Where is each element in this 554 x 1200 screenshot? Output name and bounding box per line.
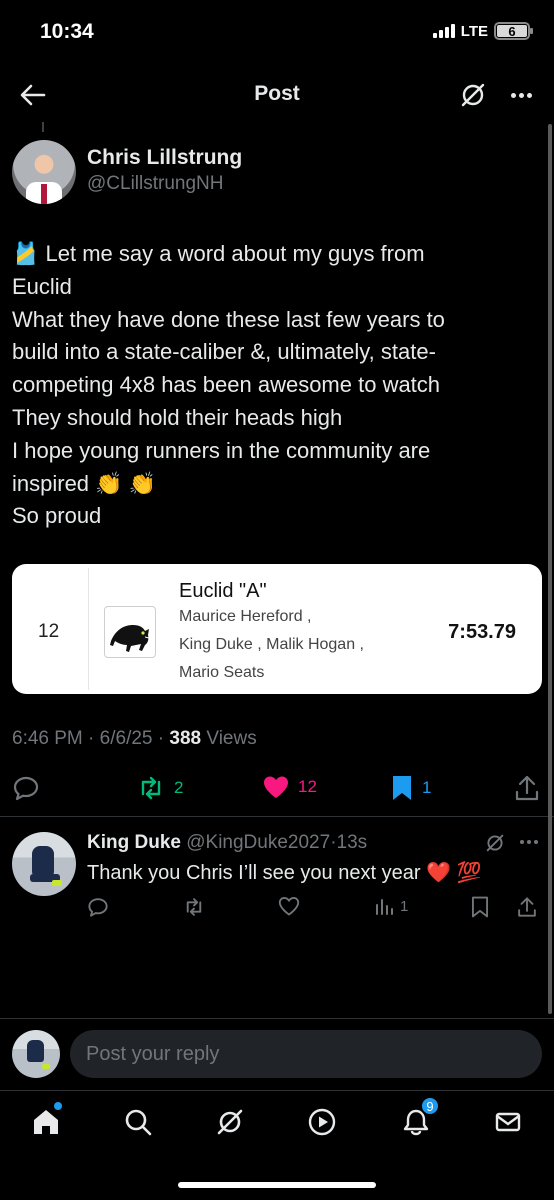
post-text-line: competing 4x8 has been awesome to watch xyxy=(12,372,441,398)
tab-grok[interactable] xyxy=(212,1104,248,1140)
bookmark-count: 1 xyxy=(422,778,432,797)
reply-icon xyxy=(12,774,40,802)
heart-icon xyxy=(262,774,290,800)
post-text-line: They should hold their heads high xyxy=(12,404,343,430)
team-name: Euclid "A" xyxy=(179,580,267,602)
bookmark-button[interactable]: 1 xyxy=(390,774,431,802)
home-indicator[interactable] xyxy=(178,1182,376,1188)
tab-search[interactable] xyxy=(120,1104,156,1140)
post-actions: 2 12 1 xyxy=(0,770,554,808)
reply-input[interactable] xyxy=(70,1030,542,1078)
separator-dot: · xyxy=(157,728,165,749)
divider xyxy=(0,1090,554,1091)
result-place: 12 xyxy=(38,621,60,642)
reply-text: Thank you Chris I’ll see you next year ❤… xyxy=(87,862,482,884)
retweet-icon xyxy=(136,774,166,802)
share-button[interactable] xyxy=(516,896,538,918)
analytics-icon xyxy=(374,896,394,916)
bookmark-button[interactable] xyxy=(470,896,490,918)
share-icon xyxy=(514,774,540,802)
reply-views-count: 1 xyxy=(400,897,409,915)
thread-connector xyxy=(42,122,44,132)
reply-header: King Duke @KingDuke2027·13s xyxy=(87,832,367,854)
mail-icon xyxy=(493,1107,523,1137)
post-text-line: What they have done these last few years… xyxy=(12,306,445,332)
views-label: Views xyxy=(206,728,257,749)
reply-button[interactable] xyxy=(12,774,40,802)
post-text: 🎽 Let me say a word about my guys from E… xyxy=(12,238,542,533)
post-text-line: build into a state-caliber &, ultimately… xyxy=(12,339,436,365)
notification-badge: 9 xyxy=(420,1096,440,1116)
more-options-icon[interactable] xyxy=(506,80,536,110)
home-icon xyxy=(30,1106,62,1138)
retweet-icon xyxy=(182,896,206,918)
post-timestamp: 6:46 PM · 6/6/25 · 388 Views xyxy=(12,728,257,750)
retweet-count: 2 xyxy=(174,778,184,797)
post-text-line: inspired 👏 👏 xyxy=(12,470,157,496)
reply-age: 13s xyxy=(336,832,368,853)
post-date: 6/6/25 xyxy=(99,728,153,749)
status-time: 10:34 xyxy=(40,20,94,43)
bookmark-icon xyxy=(390,774,414,802)
reply-icon xyxy=(87,896,109,918)
share-icon xyxy=(516,896,538,918)
like-button[interactable] xyxy=(278,896,300,916)
post-text-line: So proud xyxy=(12,503,102,529)
divider xyxy=(0,816,554,817)
author-handle[interactable]: @CLillstrungNH xyxy=(87,173,224,195)
author-name[interactable]: Chris Lillstrung xyxy=(87,146,242,170)
post-text-line: 🎽 Let me say a word about my guys from xyxy=(12,241,425,266)
athlete-names: Maurice Hereford , xyxy=(179,608,312,625)
retweet-button[interactable] xyxy=(182,896,206,918)
like-button[interactable]: 12 xyxy=(262,774,317,800)
race-time: 7:53.79 xyxy=(448,621,516,643)
views-button[interactable]: 1 xyxy=(374,896,408,916)
views-count: 388 xyxy=(169,728,202,749)
status-bar: 10:34 LTE 6 xyxy=(0,0,554,66)
search-icon xyxy=(123,1107,153,1137)
share-button[interactable] xyxy=(514,774,540,802)
reply-author-name[interactable]: King Duke xyxy=(87,832,181,853)
tab-messages[interactable] xyxy=(490,1104,526,1140)
athlete-names: Mario Seats xyxy=(179,664,265,681)
grok-icon xyxy=(215,1107,245,1137)
athlete-names: King Duke , Malik Hogan , xyxy=(179,636,364,653)
bottom-nav: 9 xyxy=(0,1092,554,1154)
reply-button[interactable] xyxy=(87,896,109,918)
scrollbar-thumb[interactable] xyxy=(548,124,552,1014)
tab-home[interactable] xyxy=(28,1102,64,1140)
heart-outline-icon xyxy=(278,896,300,916)
battery-icon: 6 xyxy=(494,22,533,40)
post-text-line: I hope young runners in the community ar… xyxy=(12,437,431,463)
reply-actions: 1 xyxy=(0,894,554,924)
reply-composer xyxy=(0,1020,554,1090)
unread-dot xyxy=(54,1102,62,1110)
status-indicators: LTE 6 xyxy=(432,22,533,40)
signal-icon xyxy=(432,24,455,38)
avatar[interactable] xyxy=(12,832,76,896)
attached-image-result-card[interactable]: 12 Euclid "A" Maurice Hereford , King Du… xyxy=(12,564,542,694)
bookmark-outline-icon xyxy=(470,896,490,918)
reply-author-handle[interactable]: @KingDuke2027 xyxy=(186,832,330,853)
separator-dot: · xyxy=(88,728,95,749)
grok-icon[interactable] xyxy=(458,80,488,110)
panther-logo-icon xyxy=(104,606,156,658)
post-time: 6:46 PM xyxy=(12,728,83,749)
card-divider xyxy=(88,568,89,690)
tab-notifications[interactable]: 9 xyxy=(398,1096,440,1140)
top-nav: Post xyxy=(0,66,554,122)
tab-video[interactable] xyxy=(304,1104,340,1140)
post-text-line: Euclid xyxy=(12,273,72,299)
like-count: 12 xyxy=(298,777,317,796)
more-options-icon[interactable] xyxy=(520,840,538,844)
scrollbar[interactable] xyxy=(548,124,552,1014)
avatar[interactable] xyxy=(12,1030,60,1078)
grok-icon[interactable] xyxy=(484,832,506,854)
divider xyxy=(0,1018,554,1019)
battery-level: 6 xyxy=(497,24,527,39)
network-label: LTE xyxy=(460,22,488,40)
play-icon xyxy=(307,1107,337,1137)
avatar[interactable] xyxy=(12,140,76,204)
retweet-button[interactable]: 2 xyxy=(136,774,183,802)
